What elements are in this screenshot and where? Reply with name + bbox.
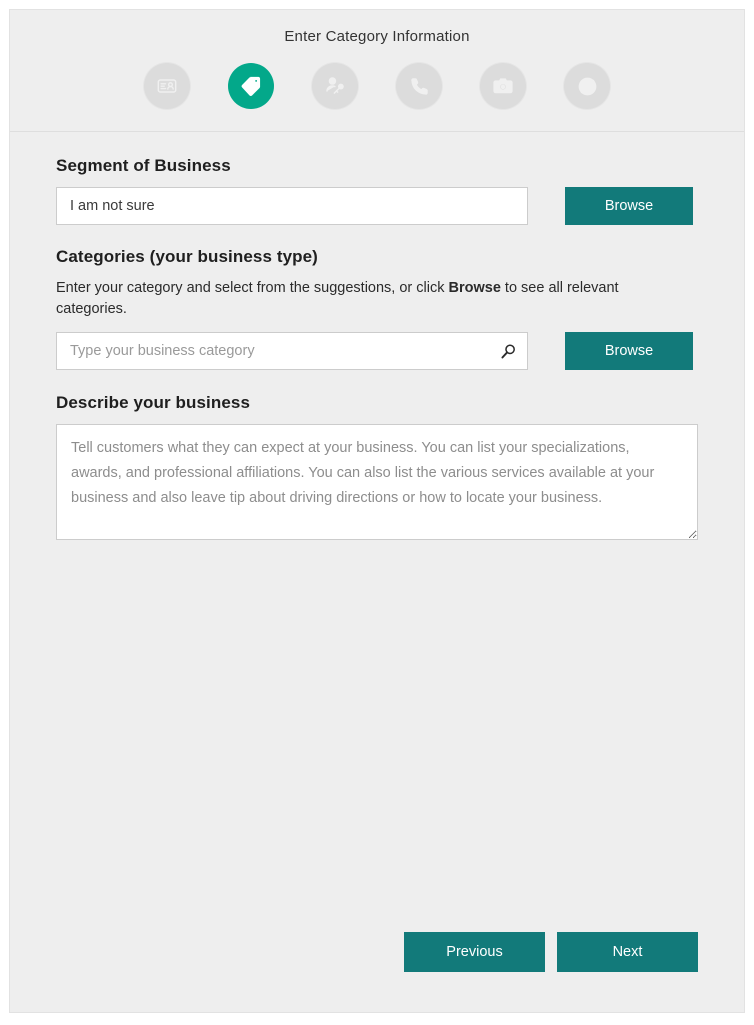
camera-icon [492,75,514,97]
wizard-header: Enter Category Information [10,10,744,132]
segment-input-wrap [56,187,528,225]
step-business-info[interactable] [144,63,190,109]
step-contact-person[interactable] [312,63,358,109]
id-card-icon [156,75,178,97]
categories-row: Browse [56,332,698,370]
category-form: Segment of Business Browse Categories (y… [10,132,744,932]
categories-helper-text: Enter your category and select from the … [56,278,676,320]
page-title: Enter Category Information [284,28,470,45]
categories-browse-button[interactable]: Browse [565,332,693,370]
helper-prefix: Enter your category and select from the … [56,280,449,296]
segment-browse-button[interactable]: Browse [565,187,693,225]
segment-of-business-label: Segment of Business [56,156,231,175]
next-button[interactable]: Next [557,932,698,972]
clock-icon [576,75,599,98]
describe-business-area [56,424,698,545]
category-input-wrap [56,332,528,370]
categories-label: Categories (your business type) [56,247,318,266]
person-key-icon [324,75,346,97]
wizard-panel: Enter Category Information Segment of Bu… [9,9,745,1013]
wizard-step-indicator [10,63,744,109]
search-icon[interactable] [498,341,518,361]
step-category[interactable] [228,63,274,109]
step-hours[interactable] [564,63,610,109]
previous-button[interactable]: Previous [404,932,545,972]
segment-of-business-input[interactable] [56,187,528,225]
segment-of-business-row: Browse [56,187,698,225]
describe-business-textarea[interactable] [56,424,698,540]
wizard-footer: Previous Next [10,932,744,1012]
describe-business-label: Describe your business [56,393,250,412]
phone-icon [409,76,430,97]
step-photos[interactable] [480,63,526,109]
step-phone[interactable] [396,63,442,109]
category-search-input[interactable] [56,332,528,370]
helper-bold-browse: Browse [448,280,501,296]
tag-icon [240,75,262,97]
